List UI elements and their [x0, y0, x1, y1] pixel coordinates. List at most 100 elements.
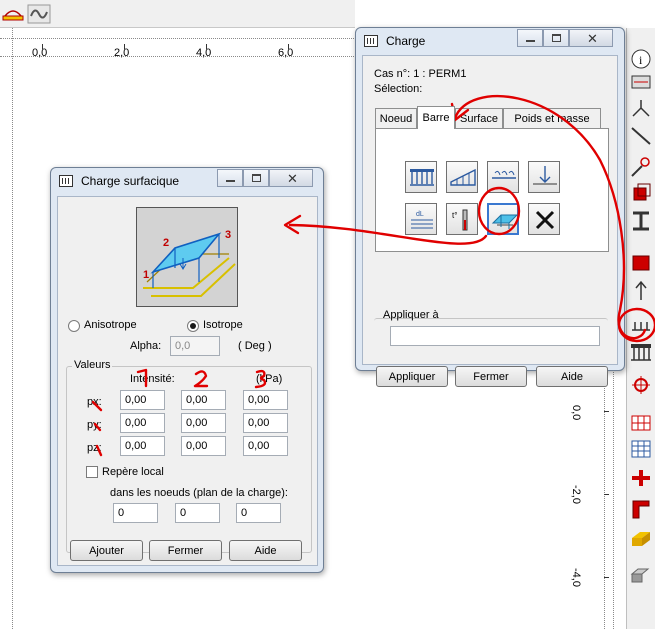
- ruler-y-label: 0,0: [570, 405, 582, 421]
- preview-label: 2: [163, 237, 169, 249]
- delete-load-icon: [535, 210, 555, 230]
- support-icon[interactable]: [630, 96, 652, 118]
- load-case-icon[interactable]: [2, 4, 24, 24]
- ruler-y-label: -2,0: [570, 485, 582, 504]
- load-tabs: Noeud Barre Surface Poids et masse: [375, 106, 611, 130]
- close-dialog-button[interactable]: Fermer: [149, 540, 222, 561]
- angle-icon[interactable]: [630, 498, 652, 520]
- section-icon[interactable]: [630, 70, 652, 92]
- dilatation-load-button[interactable]: dL: [405, 203, 437, 235]
- offset-icon[interactable]: [630, 252, 652, 274]
- anisotrope-radio[interactable]: [68, 320, 80, 332]
- window-title: Charge surfacique: [81, 174, 180, 188]
- surface-load-icon: [491, 214, 519, 229]
- ruler-x-label: 4,0: [196, 47, 212, 59]
- trapezoidal-load-button[interactable]: [446, 161, 478, 193]
- svg-text:dL: dL: [416, 211, 424, 218]
- pz-input-1[interactable]: 0,00: [120, 436, 165, 456]
- node-icon[interactable]: [630, 182, 652, 204]
- charge-client: Cas n°: 1 : PERM1 Sélection: Noeud Barre…: [362, 55, 618, 387]
- node-input-3[interactable]: 0: [236, 503, 281, 523]
- svg-text:t°: t°: [452, 211, 457, 220]
- axis-icon[interactable]: [630, 280, 652, 302]
- uniform-load-button[interactable]: [405, 161, 437, 193]
- maximize-button[interactable]: [543, 29, 569, 47]
- local-axes-label: Repère local: [102, 466, 164, 478]
- plate-icon[interactable]: [630, 528, 652, 550]
- preview-label: 1: [143, 269, 149, 281]
- isotrope-radio[interactable]: [187, 320, 199, 332]
- ruler-x-label: 0,0: [32, 47, 48, 59]
- trapezoidal-load-icon: [450, 168, 476, 186]
- apply-label: Appliquer à: [383, 309, 439, 321]
- tab-panel: dL t°: [375, 128, 609, 252]
- py-input-1[interactable]: 0,00: [120, 413, 165, 433]
- values-group-title: Valeurs: [72, 359, 113, 371]
- selection-label: Sélection:: [374, 83, 423, 95]
- alpha-label: Alpha:: [130, 340, 162, 352]
- tab-noeud[interactable]: Noeud: [375, 108, 417, 128]
- window-icon: [364, 35, 378, 47]
- maximize-button[interactable]: [243, 169, 269, 187]
- preview-label: 3: [225, 229, 231, 241]
- surface-client: 1 2 3 Anisotrope Isotrope Alpha: 0,0 ( D…: [57, 196, 318, 566]
- thermal-load-button[interactable]: t°: [446, 203, 478, 235]
- dilatation-load-icon: dL: [411, 211, 433, 229]
- minimize-button[interactable]: [517, 29, 543, 47]
- tab-surface[interactable]: Surface: [455, 108, 503, 128]
- help-button[interactable]: Aide: [229, 540, 302, 561]
- isotrope-label: Isotrope: [203, 319, 243, 331]
- minimize-button[interactable]: [217, 169, 243, 187]
- pz-label: pz:: [87, 442, 102, 454]
- beam-section-icon[interactable]: [630, 210, 652, 232]
- table-icon[interactable]: [630, 438, 652, 460]
- add-button[interactable]: Ajouter: [70, 540, 143, 561]
- help-button[interactable]: Aide: [536, 366, 608, 387]
- right-toolbar: i: [626, 28, 655, 629]
- unit-label: (kPa): [256, 373, 283, 385]
- bar-icon[interactable]: [630, 124, 652, 146]
- px-label: px:: [87, 396, 102, 408]
- py-label: py:: [87, 419, 102, 431]
- point-load-button[interactable]: [528, 161, 560, 193]
- wave-icon[interactable]: [27, 4, 51, 24]
- px-input-3[interactable]: 0,00: [243, 390, 288, 410]
- nodes-label: dans les noeuds (plan de la charge):: [110, 487, 288, 499]
- elastic-support-icon[interactable]: [630, 314, 652, 336]
- load-icon[interactable]: [630, 342, 652, 364]
- combination-icon[interactable]: [630, 374, 652, 396]
- tab-poids-masse[interactable]: Poids et masse: [503, 108, 601, 128]
- py-input-2[interactable]: 0,00: [181, 413, 226, 433]
- pz-input-3[interactable]: 0,00: [243, 436, 288, 456]
- py-input-3[interactable]: 0,00: [243, 413, 288, 433]
- ruler-x-label: 6,0: [278, 47, 294, 59]
- surface-load-button[interactable]: [487, 203, 519, 235]
- close-button[interactable]: ✕: [569, 29, 613, 47]
- structure-icon[interactable]: [630, 410, 652, 432]
- pz-input-2[interactable]: 0,00: [181, 436, 226, 456]
- delete-load-button[interactable]: [528, 203, 560, 235]
- px-input-2[interactable]: 0,00: [181, 390, 226, 410]
- charge-window: Charge ✕ Cas n°: 1 : PERM1 Sélection: No…: [355, 27, 625, 387]
- surface-load-window: Charge surfacique ✕ 1 2 3 Anisotrope Iso…: [50, 167, 324, 573]
- release-icon[interactable]: [630, 156, 652, 178]
- apply-input[interactable]: [390, 326, 600, 346]
- tab-barre[interactable]: Barre: [417, 106, 455, 129]
- moment-load-button[interactable]: [487, 161, 519, 193]
- close-dialog-button[interactable]: Fermer: [455, 366, 527, 387]
- info-icon[interactable]: i: [630, 48, 652, 70]
- moment-load-icon: [492, 170, 516, 179]
- intensity-label: Intensité:: [130, 373, 175, 385]
- px-input-1[interactable]: 0,00: [120, 390, 165, 410]
- alpha-input[interactable]: 0,0: [170, 336, 220, 356]
- window-icon: [59, 175, 73, 187]
- close-button[interactable]: ✕: [269, 169, 313, 187]
- node-input-2[interactable]: 0: [175, 503, 220, 523]
- solid-icon[interactable]: [630, 564, 652, 586]
- apply-button[interactable]: Appliquer: [376, 366, 448, 387]
- profile-icon[interactable]: [630, 466, 652, 488]
- local-axes-checkbox[interactable]: [86, 466, 98, 478]
- top-toolbar: [0, 0, 355, 28]
- ruler-x-label: 2,0: [114, 47, 130, 59]
- node-input-1[interactable]: 0: [113, 503, 158, 523]
